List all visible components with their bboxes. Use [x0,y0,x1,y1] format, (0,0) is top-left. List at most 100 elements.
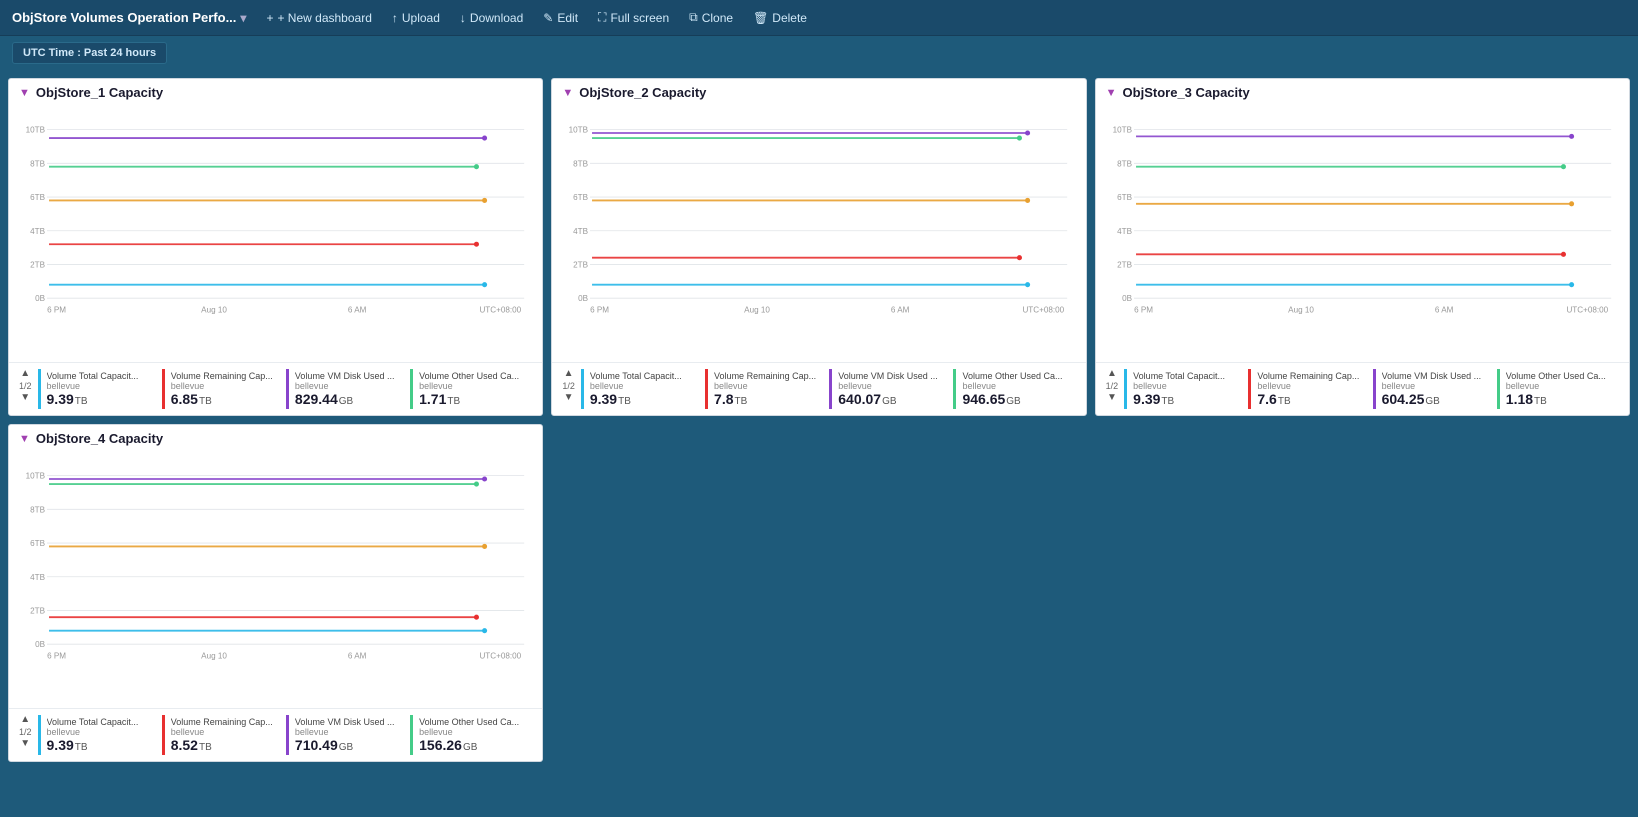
svg-text:8TB: 8TB [573,159,588,168]
svg-text:6TB: 6TB [30,193,45,202]
metric-unit: GB [339,742,353,753]
nav-down-arrow[interactable]: ▼ [20,739,30,749]
svg-text:0B: 0B [578,294,588,303]
metric-sublabel: bellevue [1257,381,1366,391]
metric-value: 829.44GB [295,391,404,407]
metric-value: 9.39TB [47,391,156,407]
metric-unit: TB [199,396,212,407]
metric-label: Volume Total Capacit... [590,371,699,381]
metric-label: Volume Other Used Ca... [1506,371,1615,381]
svg-text:4TB: 4TB [573,227,588,236]
edit-icon: ✎ [543,11,553,25]
metric-label: Volume VM Disk Used ... [295,717,404,727]
filter-icon: ▼ [562,87,573,99]
nav-up-arrow[interactable]: ▲ [1107,369,1117,379]
svg-text:6 PM: 6 PM [47,651,66,660]
svg-text:2TB: 2TB [30,260,45,269]
time-label: UTC Time : [23,47,84,59]
metric-unit: GB [1425,396,1439,407]
svg-text:6 AM: 6 AM [1435,305,1454,314]
svg-text:6 AM: 6 AM [348,651,367,660]
metric-sublabel: bellevue [47,381,156,391]
metric-value: 7.8TB [714,391,823,407]
nav-up-arrow[interactable]: ▲ [20,369,30,379]
metrics-grid: Volume Total Capacit... bellevue 9.39TB … [38,715,535,755]
metric-value: 1.71TB [419,391,528,407]
metric-item-1: Volume Remaining Cap... bellevue 7.8TB [705,369,829,409]
svg-text:2TB: 2TB [30,606,45,615]
nav-up-arrow[interactable]: ▲ [20,715,30,725]
metric-label: Volume Other Used Ca... [419,371,528,381]
metrics-grid: Volume Total Capacit... bellevue 9.39TB … [38,369,535,409]
metric-item-2: Volume VM Disk Used ... bellevue 640.07G… [829,369,953,409]
metric-sublabel: bellevue [590,381,699,391]
metric-value: 9.39TB [47,737,156,753]
metric-label: Volume Remaining Cap... [171,371,280,381]
nav-down-arrow[interactable]: ▼ [20,393,30,403]
upload-icon: ↑ [392,11,398,25]
svg-text:Aug 10: Aug 10 [201,305,227,314]
toolbar: UTC Time : Past 24 hours [0,36,1638,70]
metric-unit: TB [1161,396,1174,407]
metrics-grid: Volume Total Capacit... bellevue 9.39TB … [1124,369,1621,409]
clone-button[interactable]: ⧉ Clone [681,8,741,27]
svg-text:6TB: 6TB [30,539,45,548]
svg-text:8TB: 8TB [30,159,45,168]
metric-label: Volume VM Disk Used ... [838,371,947,381]
metric-item-2: Volume VM Disk Used ... bellevue 710.49G… [286,715,410,755]
chart-area: 10TB8TB6TB4TB2TB0B6 PMAug 106 AMUTC+08:0… [9,448,542,708]
metrics-footer: ▲ 1/2 ▼ Volume Total Capacit... bellevue… [1096,362,1629,415]
metric-item-3: Volume Other Used Ca... bellevue 1.71TB [410,369,534,409]
metric-item-3: Volume Other Used Ca... bellevue 1.18TB [1497,369,1621,409]
svg-text:UTC+08:00: UTC+08:00 [1566,305,1608,314]
chart-area: 10TB8TB6TB4TB2TB0B6 PMAug 106 AMUTC+08:0… [1096,102,1629,362]
metric-value: 640.07GB [838,391,947,407]
edit-button[interactable]: ✎ Edit [535,9,586,27]
panel-title: ObjStore_3 Capacity [1123,85,1250,100]
metric-item-3: Volume Other Used Ca... bellevue 156.26G… [410,715,534,755]
download-button[interactable]: ↓ Download [452,9,531,27]
nav-up-arrow[interactable]: ▲ [564,369,574,379]
fullscreen-button[interactable]: ⛶ Full screen [590,8,677,27]
page-indicator: 1/2 [562,381,575,391]
svg-text:6 PM: 6 PM [590,305,609,314]
svg-text:UTC+08:00: UTC+08:00 [1023,305,1065,314]
page-indicator: 1/2 [19,381,32,391]
metric-value: 156.26GB [419,737,528,753]
filter-icon: ▼ [19,433,30,445]
nav-down-arrow[interactable]: ▼ [1107,393,1117,403]
page-title: ObjStore Volumes Operation Perfo... ▾ [12,10,246,25]
metric-unit: GB [339,396,353,407]
metric-sublabel: bellevue [1133,381,1242,391]
svg-text:0B: 0B [35,294,45,303]
new-dashboard-button[interactable]: + + New dashboard [258,9,379,27]
panel-header: ▼ ObjStore_2 Capacity [552,79,1085,102]
svg-text:4TB: 4TB [1117,227,1132,236]
metric-unit: TB [1534,396,1547,407]
metric-label: Volume Remaining Cap... [714,371,823,381]
metric-value: 946.65GB [962,391,1071,407]
metric-item-0: Volume Total Capacit... bellevue 9.39TB [1124,369,1248,409]
metric-item-0: Volume Total Capacit... bellevue 9.39TB [581,369,705,409]
metric-sublabel: bellevue [419,727,528,737]
svg-text:10TB: 10TB [26,126,45,135]
metric-unit: TB [735,396,748,407]
metric-sublabel: bellevue [1506,381,1615,391]
nav-down-arrow[interactable]: ▼ [564,393,574,403]
time-range-badge[interactable]: UTC Time : Past 24 hours [12,42,167,64]
title-text: ObjStore Volumes Operation Perfo... [12,10,236,25]
metric-value: 9.39TB [1133,391,1242,407]
metric-item-2: Volume VM Disk Used ... bellevue 829.44G… [286,369,410,409]
svg-text:8TB: 8TB [30,505,45,514]
plus-icon: + [266,11,273,25]
svg-text:0B: 0B [1122,294,1132,303]
svg-text:6TB: 6TB [1117,193,1132,202]
upload-button[interactable]: ↑ Upload [384,9,448,27]
clone-icon: ⧉ [689,10,698,25]
metric-value: 9.39TB [590,391,699,407]
delete-icon: 🗑 [753,11,768,25]
title-chevron-icon[interactable]: ▾ [240,11,246,25]
svg-text:2TB: 2TB [1117,260,1132,269]
delete-button[interactable]: 🗑 Delete [745,9,815,27]
header: ObjStore Volumes Operation Perfo... ▾ + … [0,0,1638,36]
